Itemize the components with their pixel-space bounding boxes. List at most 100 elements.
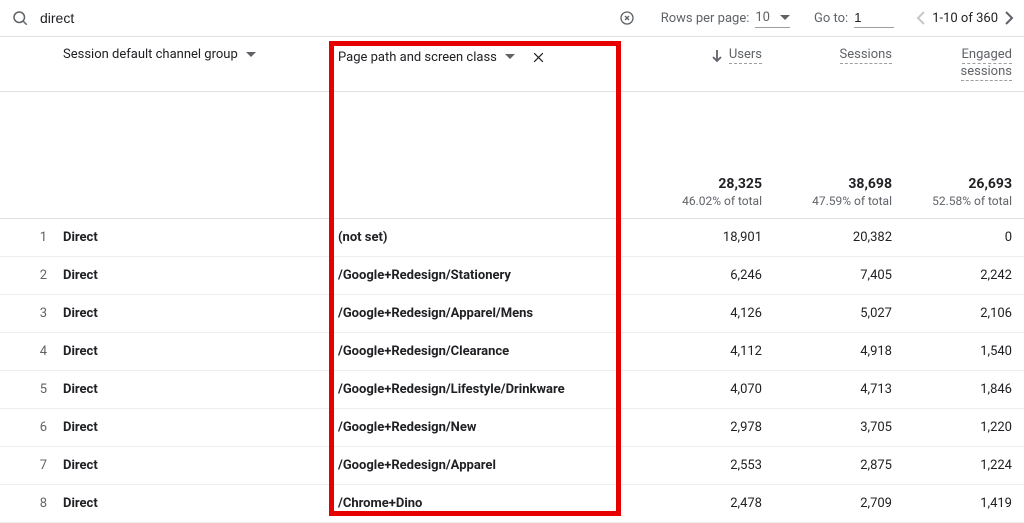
table-row[interactable]: 7 Direct/Google+Redesign/Apparel 2,5532,87…: [0, 447, 1024, 485]
chevron-right-icon: [1004, 10, 1014, 26]
row-index: 1: [0, 219, 55, 256]
rows-per-page-value: 10: [755, 10, 770, 25]
row-page[interactable]: /Chrome+Dino: [338, 496, 422, 511]
goto-input[interactable]: [854, 8, 894, 28]
table-header: Session default channel group Page path …: [0, 37, 1024, 92]
row-index: 4: [0, 333, 55, 370]
chevron-down-icon: [505, 54, 515, 60]
table-body: 1 Direct (not set) 18,90120,3820 2 Direct/Goo…: [0, 219, 1024, 523]
table-row[interactable]: 3 Direct/Google+Redesign/Apparel/Mens 4,12…: [0, 295, 1024, 333]
row-engaged: 1,540: [900, 333, 1020, 370]
row-index: 7: [0, 447, 55, 484]
dimension-2-label: Page path and screen class: [338, 50, 497, 65]
summary-sessions-pct: 47.59% of total: [778, 194, 892, 208]
row-engaged: 1,224: [900, 447, 1020, 484]
row-users: 6,246: [630, 257, 770, 294]
page-range-label: 1-10 of 360: [932, 11, 998, 26]
summary-engaged-pct: 52.58% of total: [908, 194, 1012, 208]
next-page-button[interactable]: [1004, 10, 1014, 26]
row-page[interactable]: /Google+Redesign/Apparel: [338, 458, 496, 473]
remove-dimension-button[interactable]: [529, 47, 549, 67]
row-sessions: 7,405: [770, 257, 900, 294]
metric-users-label: Users: [729, 47, 762, 64]
row-engaged: 1,419: [900, 485, 1020, 522]
row-channel[interactable]: Direct: [63, 230, 98, 245]
rows-per-page: Rows per page: 10: [661, 8, 790, 28]
row-sessions: 2,875: [770, 447, 900, 484]
sort-descending-icon: [711, 49, 723, 63]
row-index: 8: [0, 485, 55, 522]
row-channel[interactable]: Direct: [63, 496, 98, 511]
row-channel[interactable]: Direct: [63, 306, 98, 321]
row-engaged: 2,242: [900, 257, 1020, 294]
row-page[interactable]: /Google+Redesign/Lifestyle/Drinkware: [338, 382, 565, 397]
row-channel[interactable]: Direct: [63, 420, 98, 435]
row-page[interactable]: /Google+Redesign/Apparel/Mens: [338, 306, 533, 321]
chevron-left-icon: [916, 10, 926, 26]
row-sessions: 5,027: [770, 295, 900, 332]
row-users: 4,126: [630, 295, 770, 332]
row-engaged: 2,106: [900, 295, 1020, 332]
row-index: 5: [0, 371, 55, 408]
rows-per-page-label: Rows per page:: [661, 11, 750, 26]
table-row[interactable]: 4 Direct/Google+Redesign/Clearance 4,1124,…: [0, 333, 1024, 371]
summary-users-pct: 46.02% of total: [638, 194, 762, 208]
chevron-down-icon: [780, 15, 790, 21]
row-engaged: 1,220: [900, 409, 1020, 446]
row-channel[interactable]: Direct: [63, 382, 98, 397]
metric-users-header[interactable]: Users: [638, 47, 762, 64]
summary-row: 28,325 46.02% of total 38,698 47.59% of …: [0, 162, 1024, 219]
row-users: 4,070: [630, 371, 770, 408]
prev-page-button[interactable]: [916, 10, 926, 26]
table-row[interactable]: 1 Direct (not set) 18,90120,3820: [0, 219, 1024, 257]
clear-search-icon[interactable]: [617, 8, 637, 28]
row-users: 18,901: [630, 219, 770, 256]
row-channel[interactable]: Direct: [63, 268, 98, 283]
table-row[interactable]: 8 Direct/Chrome+Dino 2,4782,7091,419: [0, 485, 1024, 523]
search-icon: [10, 8, 30, 28]
metric-engaged-label-1: Engaged: [962, 47, 1012, 64]
table-row[interactable]: 6 Direct/Google+Redesign/New 2,9783,7051,2…: [0, 409, 1024, 447]
row-sessions: 20,382: [770, 219, 900, 256]
summary-engaged-value: 26,693: [908, 176, 1012, 192]
close-icon: [532, 51, 545, 64]
dimension-2-selector[interactable]: Page path and screen class: [338, 50, 515, 65]
dimension-1-selector[interactable]: Session default channel group: [63, 47, 256, 62]
row-page[interactable]: /Google+Redesign/New: [338, 420, 476, 435]
row-index: 3: [0, 295, 55, 332]
summary-users-value: 28,325: [638, 176, 762, 192]
goto-page: Go to:: [814, 8, 894, 28]
row-channel[interactable]: Direct: [63, 458, 98, 473]
dimension-1-label: Session default channel group: [63, 47, 238, 62]
row-users: 4,112: [630, 333, 770, 370]
row-sessions: 4,713: [770, 371, 900, 408]
table-controls-bar: Rows per page: 10 Go to: 1-10 of 360: [0, 0, 1024, 37]
chevron-down-icon: [246, 52, 256, 58]
row-sessions: 2,709: [770, 485, 900, 522]
row-users: 2,553: [630, 447, 770, 484]
metric-engaged-header[interactable]: Engaged sessions: [908, 47, 1012, 81]
row-index: 6: [0, 409, 55, 446]
table-row[interactable]: 5 Direct/Google+Redesign/Lifestyle/Drinkw…: [0, 371, 1024, 409]
row-page[interactable]: /Google+Redesign/Clearance: [338, 344, 509, 359]
table-row[interactable]: 2 Direct/Google+Redesign/Stationery 6,2467…: [0, 257, 1024, 295]
metric-engaged-label-2: sessions: [961, 64, 1013, 81]
row-users: 2,478: [630, 485, 770, 522]
search-field-wrap: [10, 6, 637, 30]
metric-sessions-header[interactable]: Sessions: [778, 47, 892, 64]
row-sessions: 3,705: [770, 409, 900, 446]
row-sessions: 4,918: [770, 333, 900, 370]
row-engaged: 0: [900, 219, 1020, 256]
rows-per-page-select[interactable]: 10: [755, 8, 790, 28]
metric-sessions-label: Sessions: [840, 47, 893, 64]
row-page[interactable]: (not set): [338, 230, 387, 245]
goto-label: Go to:: [814, 11, 848, 26]
summary-sessions-value: 38,698: [778, 176, 892, 192]
row-users: 2,978: [630, 409, 770, 446]
row-index: 2: [0, 257, 55, 294]
row-channel[interactable]: Direct: [63, 344, 98, 359]
pager: 1-10 of 360: [916, 10, 1014, 26]
row-engaged: 1,846: [900, 371, 1020, 408]
row-page[interactable]: /Google+Redesign/Stationery: [338, 268, 511, 283]
search-input[interactable]: [38, 6, 609, 30]
